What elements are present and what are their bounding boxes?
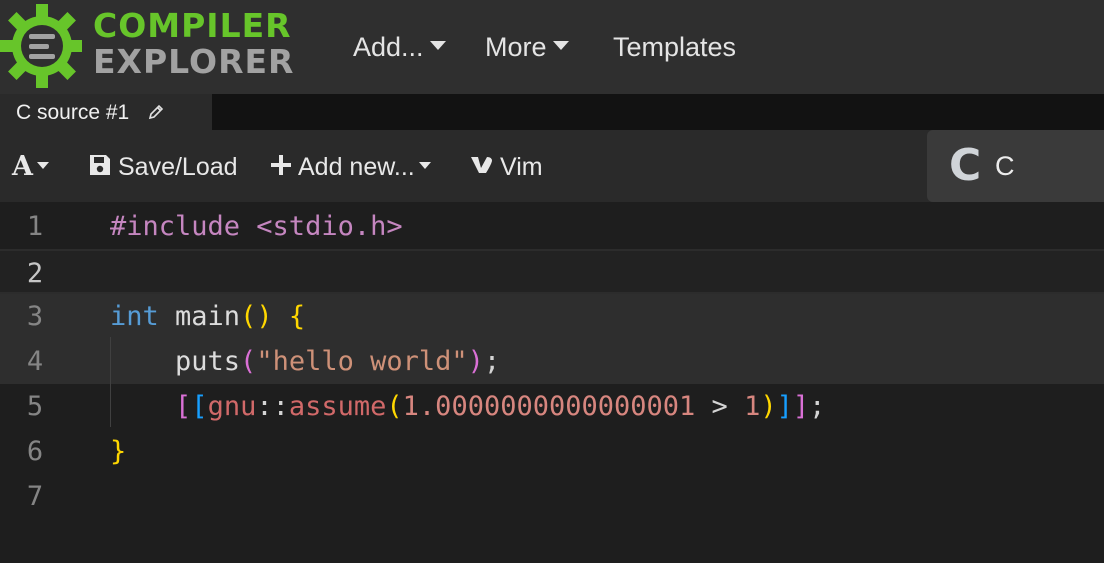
tab-label: C source #1: [16, 101, 130, 124]
code-line[interactable]: 5 [[gnu::assume(1.0000000000000001 > 1)]…: [0, 384, 1104, 429]
caret-down-icon: [418, 161, 431, 169]
code-token: ;: [483, 346, 501, 377]
code-editor[interactable]: 1 #include <stdio.h> 2 3 int main() {4 puts(…: [0, 202, 1104, 563]
font-icon: A: [12, 151, 33, 182]
code-line[interactable]: 6}: [0, 429, 1104, 474]
code-text: puts("hello world");: [110, 339, 500, 384]
code-token: puts: [110, 346, 241, 377]
pencil-icon[interactable]: [147, 103, 165, 121]
floppy-disk-icon: [90, 155, 110, 176]
line-number: 5: [26, 391, 44, 422]
code-token: [: [175, 391, 192, 422]
vim-toggle-button[interactable]: Vim: [470, 150, 543, 184]
brand-bottom-text: EXPLORER: [93, 42, 295, 81]
code-token: (: [240, 346, 257, 377]
code-token: int: [110, 301, 159, 332]
add-new-label: Add new...: [298, 153, 415, 181]
code-token: 1.0000000000000001: [402, 391, 696, 422]
caret-down-icon: [429, 41, 446, 51]
font-size-button[interactable]: A: [12, 150, 49, 184]
code-line[interactable]: 2: [0, 249, 1104, 294]
tab-c-source-1[interactable]: C source #1: [0, 94, 212, 130]
vim-icon: [471, 157, 492, 174]
templates-menu-label: Templates: [613, 32, 737, 62]
code-token: {: [288, 301, 306, 332]
code-line[interactable]: 7: [0, 474, 1104, 519]
code-token: gnu: [207, 391, 257, 422]
plus-icon: [271, 155, 291, 176]
caret-down-icon: [552, 41, 569, 51]
navbar: COMPILER EXPLORER Add... More Templates: [0, 0, 1104, 94]
line-number: 1: [26, 211, 44, 242]
code-token: ;: [809, 391, 826, 422]
line-number: 4: [26, 346, 44, 377]
brand-top-text: COMPILER: [93, 6, 292, 45]
code-token: >: [695, 391, 745, 422]
templates-menu[interactable]: Templates: [613, 28, 736, 66]
code-text: #include <stdio.h>: [110, 204, 403, 249]
more-menu-label: More: [485, 32, 547, 62]
code-text: int main() {: [110, 294, 305, 339]
c-language-icon: C: [949, 140, 982, 191]
tab-strip: C source #1: [0, 94, 1104, 130]
code-token: ): [760, 391, 777, 422]
code-token: ]: [776, 391, 793, 422]
vim-label: Vim: [500, 153, 543, 181]
code-token: }: [110, 436, 127, 467]
save-load-label: Save/Load: [118, 153, 238, 181]
code-token: "hello world": [256, 346, 468, 377]
brand-wordmark[interactable]: COMPILER EXPLORER: [93, 8, 294, 80]
code-token: ): [467, 346, 484, 377]
compiler-explorer-logo-icon[interactable]: [0, 0, 82, 94]
caret-down-icon: [36, 161, 49, 169]
add-new-button[interactable]: Add new...: [270, 150, 431, 184]
save-load-button[interactable]: Save/Load: [88, 150, 238, 184]
code-token: #include <stdio.h>: [110, 211, 403, 242]
add-menu[interactable]: Add...: [353, 28, 446, 66]
line-number: 7: [26, 481, 44, 512]
code-token: (): [240, 301, 273, 332]
code-token: ::: [256, 391, 289, 422]
code-token: [: [191, 391, 208, 422]
line-number: 3: [26, 301, 44, 332]
line-number: 6: [26, 436, 44, 467]
code-token: (: [386, 391, 403, 422]
line-number: 2: [26, 258, 44, 289]
code-token: ]: [792, 391, 810, 422]
language-name: C: [995, 151, 1015, 181]
code-line[interactable]: 4 puts("hello world");: [0, 339, 1104, 384]
language-selector[interactable]: C C: [927, 130, 1104, 202]
indent-guide: [110, 337, 111, 427]
code-line[interactable]: 3 int main() {: [0, 294, 1104, 339]
add-menu-label: Add...: [353, 32, 424, 62]
code-token: assume: [288, 391, 387, 422]
code-line[interactable]: 1 #include <stdio.h>: [0, 204, 1104, 249]
code-token: main: [158, 301, 241, 332]
code-text: [[gnu::assume(1.0000000000000001 > 1)]];: [110, 384, 825, 429]
code-text: }: [110, 429, 126, 474]
code-token: 1: [744, 391, 761, 422]
more-menu[interactable]: More: [485, 28, 569, 66]
